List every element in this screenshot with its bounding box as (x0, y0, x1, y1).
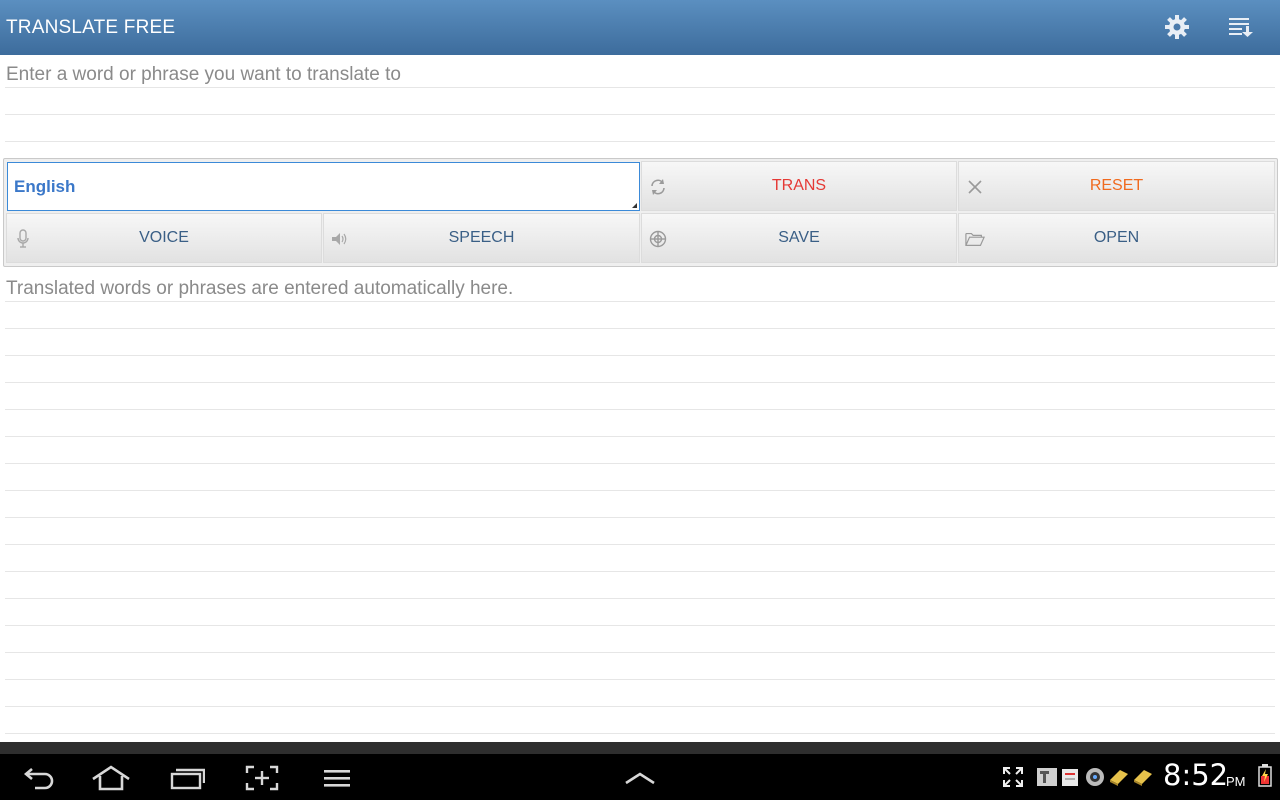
gear-icon[interactable] (1162, 12, 1192, 42)
source-placeholder: Enter a word or phrase you want to trans… (6, 64, 401, 85)
open-label: OPEN (1093, 229, 1140, 246)
notification-note-icon (1060, 766, 1082, 788)
notification-app-icon (1036, 766, 1058, 788)
language-value: English (14, 176, 76, 196)
speaker-icon (330, 229, 350, 249)
back-icon[interactable] (18, 762, 58, 794)
screenshot-icon[interactable] (242, 762, 282, 794)
menu-icon[interactable] (317, 762, 357, 794)
translated-text-area[interactable]: Translated words or phrases are entered … (0, 275, 1280, 741)
control-panel: English TRANS RESET VOICE SPEECH SAVE OP… (3, 158, 1278, 267)
recent-apps-icon[interactable] (167, 762, 207, 794)
microphone-icon (13, 229, 33, 249)
trans-label: TRANS (771, 177, 827, 194)
home-icon[interactable] (91, 762, 131, 794)
sort-download-icon[interactable] (1226, 12, 1256, 42)
close-icon (965, 177, 985, 197)
bottom-divider (0, 742, 1280, 754)
action-bar: TRANSLATE FREE (0, 0, 1280, 55)
source-text-area[interactable]: Enter a word or phrase you want to trans… (0, 61, 1280, 143)
trans-button[interactable]: TRANS (641, 161, 957, 211)
voice-label: VOICE (139, 229, 189, 246)
save-target-icon (648, 229, 668, 249)
language-field[interactable]: English (7, 162, 640, 211)
notification-eraser-icon-2 (1132, 766, 1154, 788)
reset-button[interactable]: RESET (958, 161, 1275, 211)
output-placeholder: Translated words or phrases are entered … (6, 278, 514, 299)
reset-label: RESET (1089, 177, 1144, 194)
save-label: SAVE (778, 229, 820, 246)
dropdown-corner-icon (632, 203, 637, 208)
status-clock: 8:52 (1163, 758, 1229, 792)
speech-label: SPEECH (448, 229, 515, 246)
status-ampm: PM (1226, 774, 1246, 789)
app-title: TRANSLATE FREE (6, 16, 176, 38)
notification-eraser-icon (1108, 766, 1130, 788)
save-button[interactable]: SAVE (641, 213, 957, 263)
open-button[interactable]: OPEN (958, 213, 1275, 263)
folder-icon (965, 229, 985, 249)
speech-button[interactable]: SPEECH (323, 213, 640, 263)
expand-icon[interactable] (1002, 766, 1024, 788)
chevron-up-icon[interactable] (620, 762, 660, 794)
battery-icon (1254, 764, 1276, 787)
refresh-icon (648, 177, 668, 197)
notification-camera-icon (1084, 766, 1106, 788)
voice-button[interactable]: VOICE (6, 213, 322, 263)
